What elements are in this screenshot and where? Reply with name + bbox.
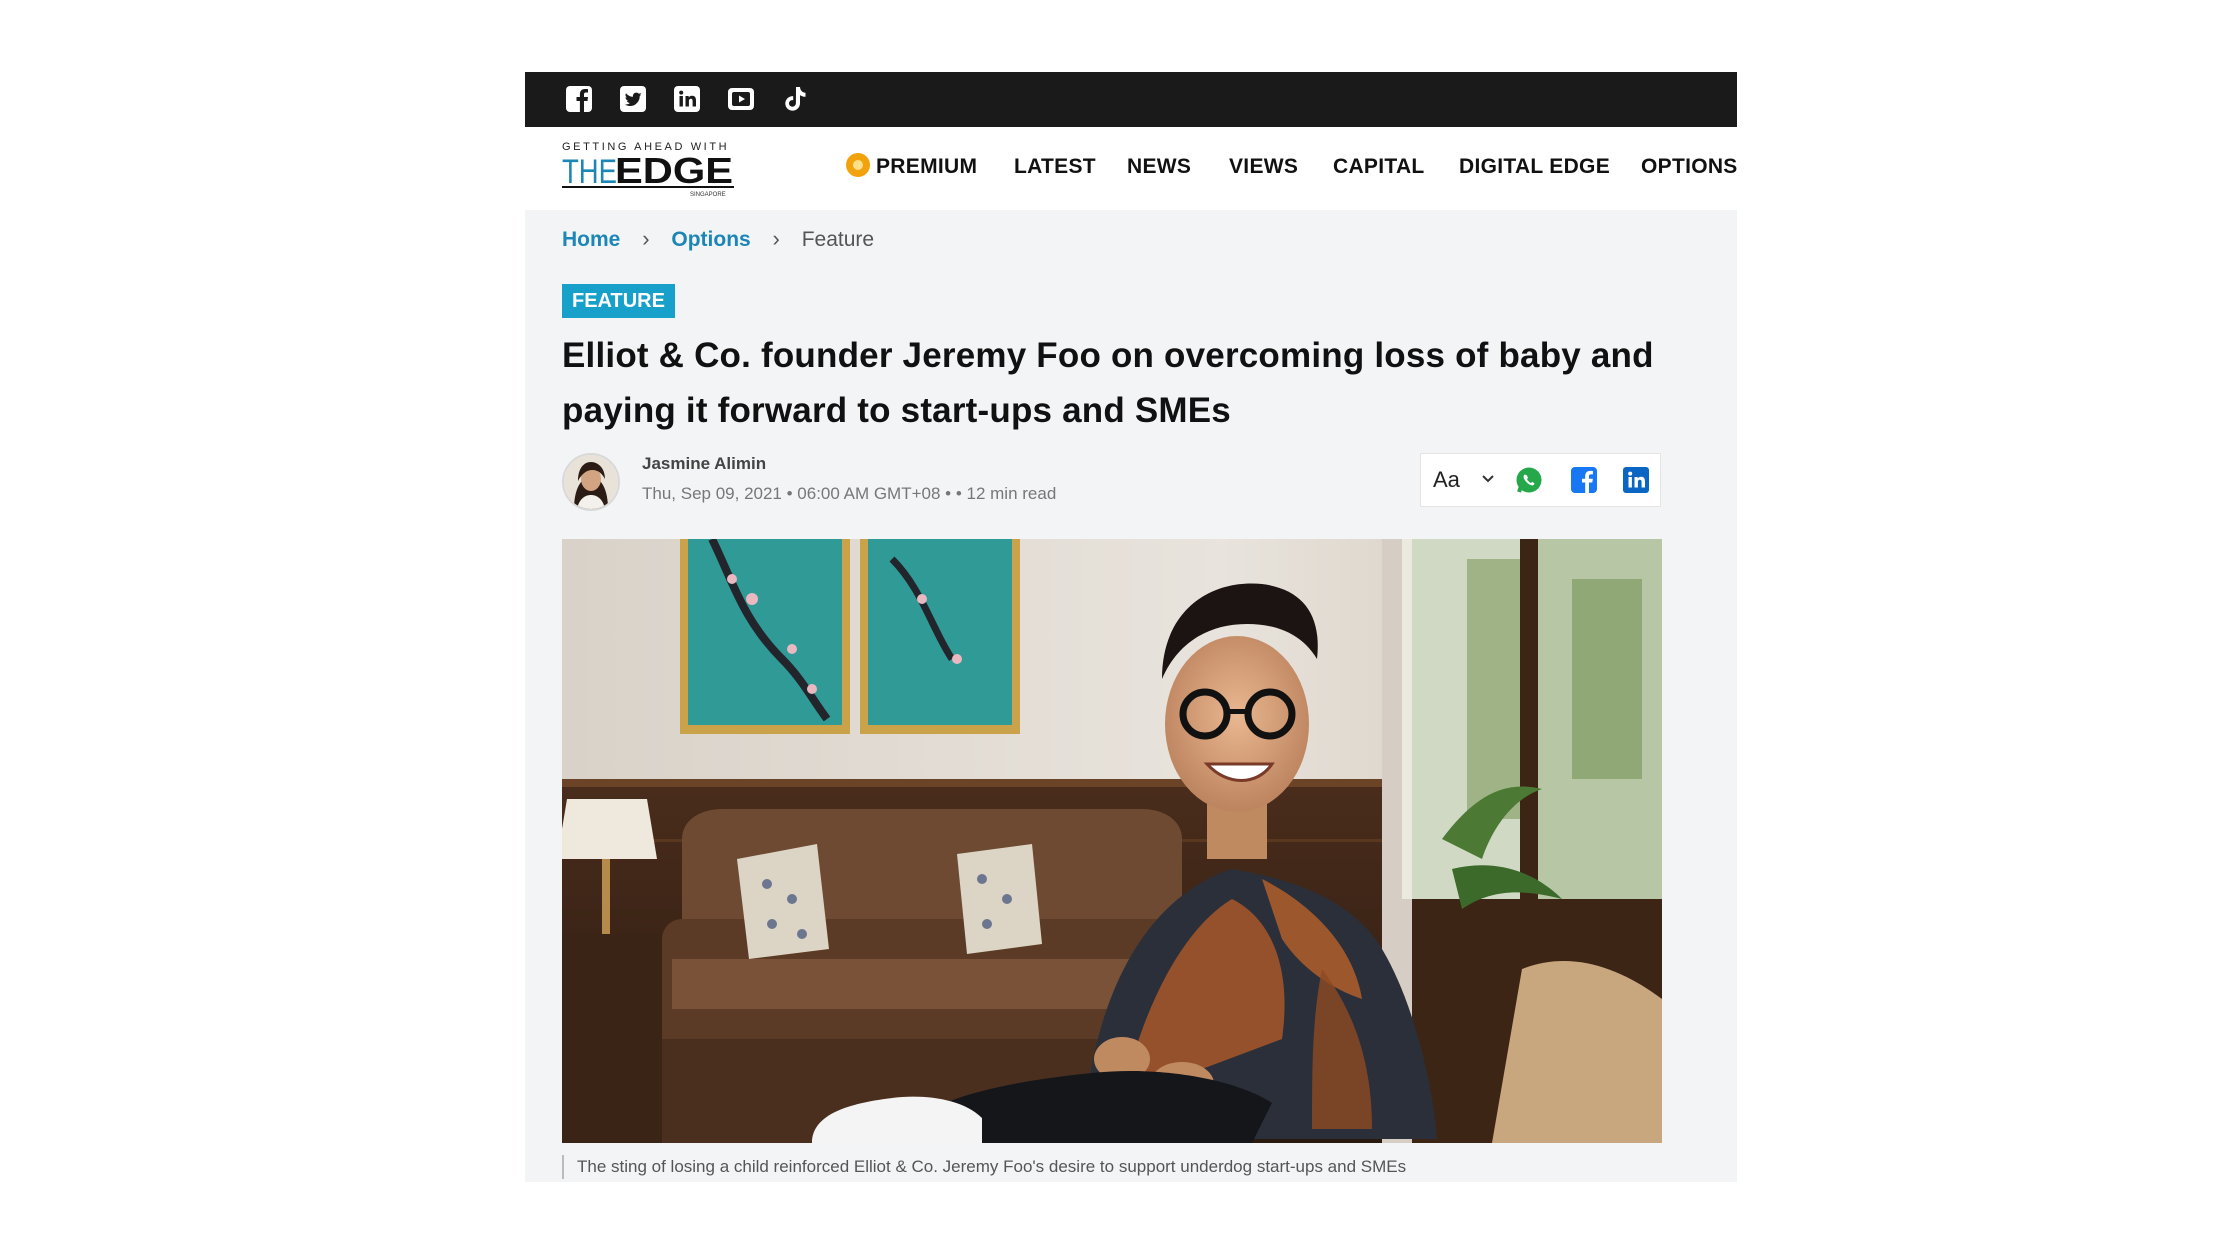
- twitter-icon[interactable]: [617, 83, 649, 115]
- breadcrumb-home[interactable]: Home: [562, 228, 620, 251]
- facebook-share-button[interactable]: [1569, 465, 1599, 495]
- linkedin-icon: [1623, 467, 1649, 493]
- author-name[interactable]: Jasmine Alimin: [642, 454, 766, 474]
- nav-news[interactable]: NEWS: [1127, 147, 1191, 187]
- image-caption: The sting of losing a child reinforced E…: [562, 1155, 1406, 1179]
- article-meta: Thu, Sep 09, 2021 • 06:00 AM GMT+08 • • …: [642, 484, 1057, 503]
- premium-coin-icon: [846, 153, 870, 177]
- breadcrumb-options[interactable]: Options: [671, 228, 750, 251]
- tiktok-icon[interactable]: [779, 83, 811, 115]
- chevron-down-icon: [1482, 475, 1494, 483]
- social-bar: [525, 72, 1737, 127]
- nav-options[interactable]: OPTIONS: [1641, 147, 1737, 187]
- linkedin-icon[interactable]: [671, 83, 703, 115]
- category-badge[interactable]: FEATURE: [562, 284, 675, 318]
- facebook-icon: [1571, 467, 1597, 493]
- nav-premium[interactable]: PREMIUM: [846, 147, 977, 187]
- whatsapp-icon: [1516, 467, 1542, 493]
- breadcrumb: Home › Options › Feature: [562, 219, 874, 259]
- chevron-right-icon: ›: [642, 226, 650, 251]
- article-headline: Elliot & Co. founder Jeremy Foo on overc…: [562, 336, 1654, 430]
- facebook-icon[interactable]: [563, 83, 595, 115]
- chevron-right-icon: ›: [772, 226, 780, 251]
- author-avatar[interactable]: [562, 453, 620, 511]
- site-header: GETTING AHEAD WITH THE EDGE SINGAPORE PR…: [525, 127, 1737, 210]
- youtube-icon[interactable]: [725, 83, 757, 115]
- nav-capital[interactable]: CAPITAL: [1333, 147, 1425, 187]
- linkedin-share-button[interactable]: [1621, 465, 1651, 495]
- article-tools: Aa: [1420, 453, 1661, 507]
- whatsapp-share-button[interactable]: [1514, 465, 1544, 495]
- breadcrumb-current: Feature: [801, 228, 875, 251]
- font-size-button[interactable]: Aa: [1421, 454, 1509, 506]
- nav-views[interactable]: VIEWS: [1229, 147, 1298, 187]
- nav-premium-label: PREMIUM: [876, 155, 978, 178]
- article-page: GETTING AHEAD WITH THE EDGE SINGAPORE PR…: [525, 72, 1737, 1182]
- nav-latest[interactable]: LATEST: [1014, 147, 1096, 187]
- nav-digital-edge[interactable]: DIGITAL EDGE: [1459, 147, 1610, 187]
- hero-image: [562, 539, 1662, 1143]
- font-size-label: Aa: [1433, 467, 1460, 492]
